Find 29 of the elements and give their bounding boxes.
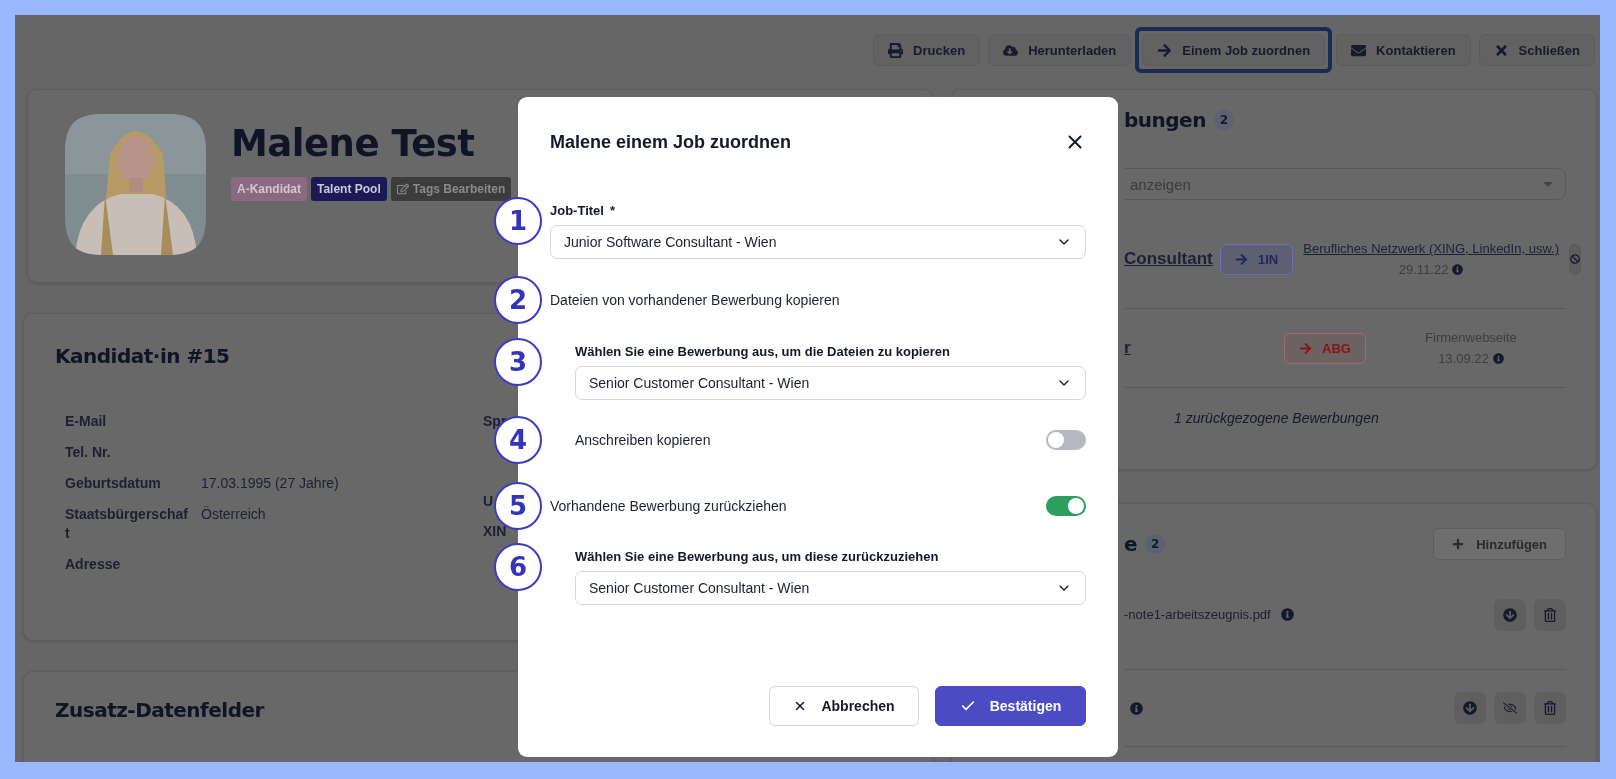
card-title: bungen [1124, 108, 1206, 132]
count-badge: 2 [1145, 534, 1166, 554]
section-label: Dateien von vorhandener Bewerbung kopieren [550, 291, 841, 310]
dialog-title: Malene einem Job zuordnen [550, 131, 792, 153]
tag: Talent Pool [311, 177, 387, 201]
field-label: Adresse [65, 555, 122, 574]
field-label: Staatsbürgerschaft [65, 505, 189, 543]
card-title: e [1124, 532, 1138, 556]
card-title: Kandidat·in #15 [55, 344, 230, 368]
field-label: Job-Titel * [550, 203, 616, 218]
candidate-name: Malene Test [231, 122, 476, 165]
step-marker: 6 [494, 543, 542, 591]
tag: A-Kandidat [231, 177, 307, 201]
withdrawn-note: 1 zurückgezogene Bewerbungen [1173, 409, 1380, 426]
step-marker: 3 [494, 338, 542, 386]
field-label: Tel. Nr. [65, 443, 112, 462]
field-label: Wählen Sie eine Bewerbung aus, um diese zurückzuziehen [575, 549, 940, 564]
card-title: Zusatz-Datenfelder [55, 698, 264, 722]
field-value: 17.03.1995 (27 Jahre) [201, 474, 340, 493]
toggle-label: Anschreiben kopieren [575, 432, 711, 448]
step-marker: 1 [494, 197, 542, 245]
field-label: Geburtsdatum [65, 474, 162, 493]
toggle-label: Vorhandene Bewerbung zurückziehen [550, 498, 787, 514]
step-marker: 2 [494, 276, 542, 324]
field-label: U [483, 492, 494, 511]
field-value: Österreich [201, 505, 267, 524]
count-badge: 2 [1213, 110, 1234, 130]
field-label: Wählen Sie eine Bewerbung aus, um die Dateien zu kopieren [575, 344, 951, 359]
field-label: E-Mail [65, 412, 108, 431]
